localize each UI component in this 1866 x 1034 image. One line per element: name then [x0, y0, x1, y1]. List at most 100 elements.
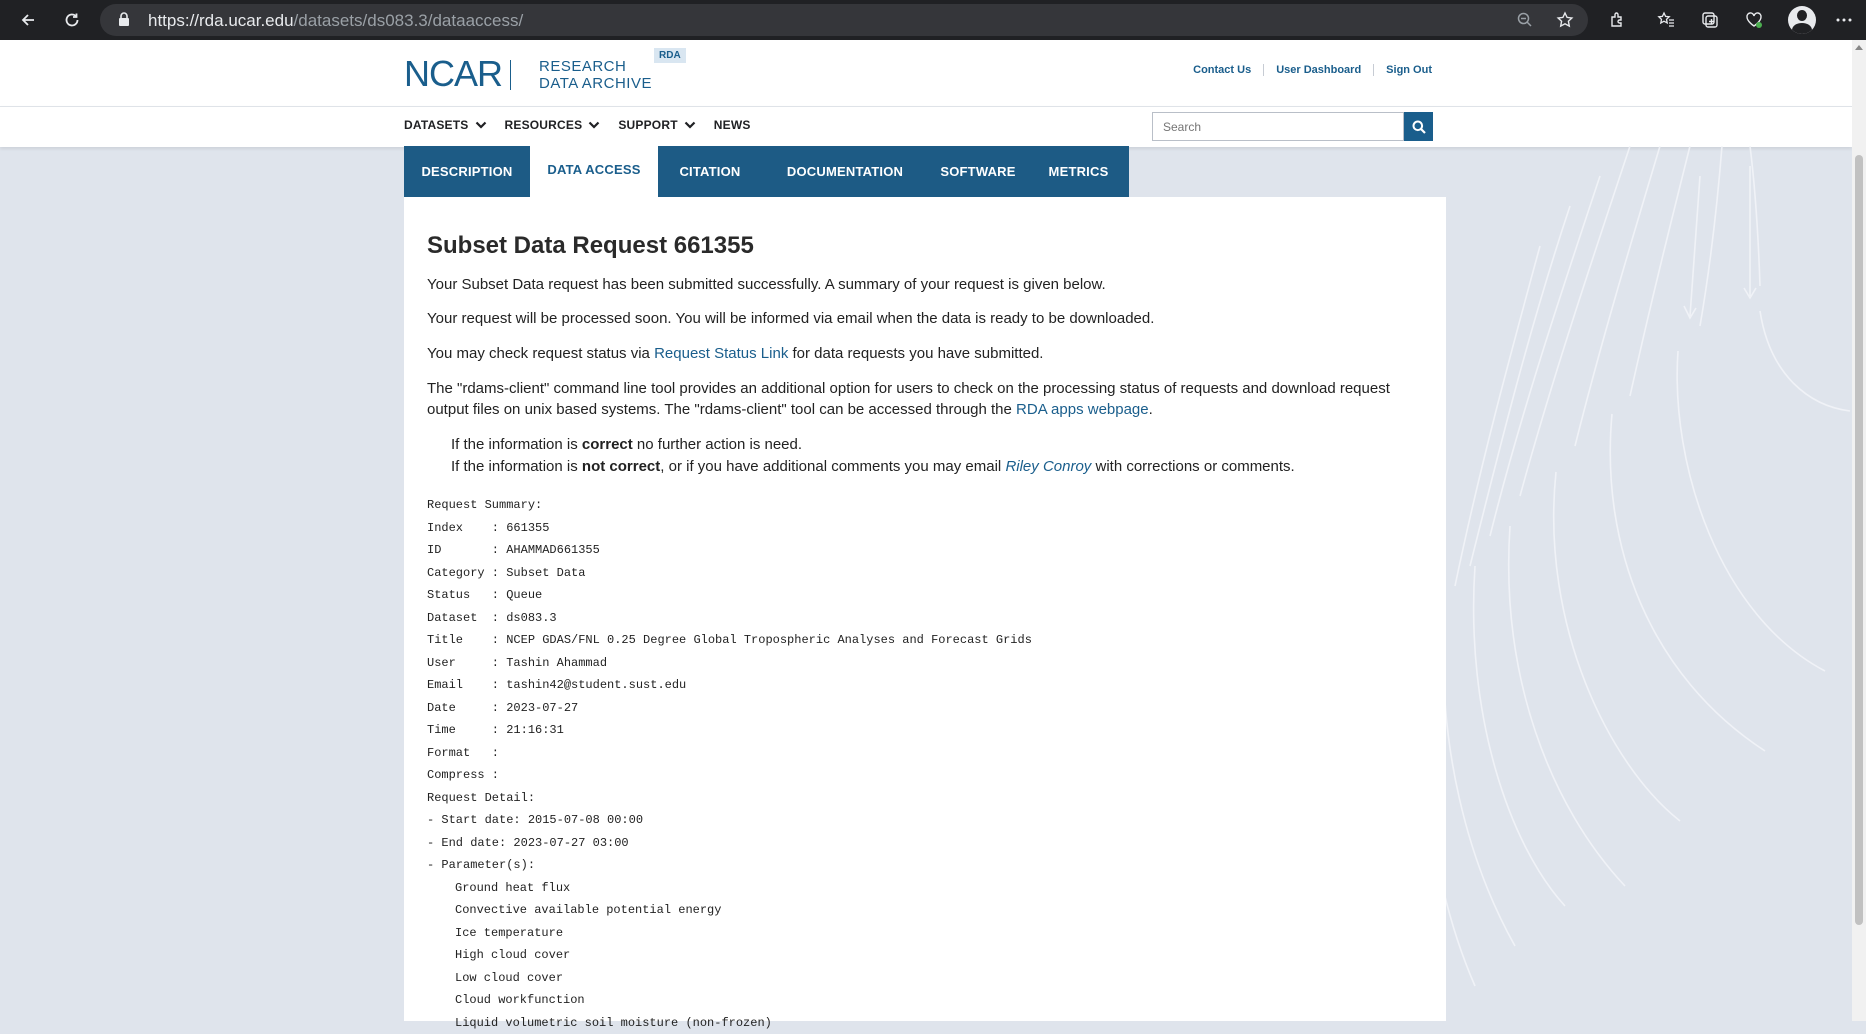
browser-toolbar: https://rda.ucar.edu/datasets/ds083.3/da…: [0, 0, 1866, 40]
page-title: Subset Data Request 661355: [427, 232, 754, 260]
rdams-client-line2: output files on unix based systems. The …: [427, 399, 1153, 421]
summary-line: Title : NCEP GDAS/FNL 0.25 Degree Global…: [427, 629, 1032, 652]
menu-support-label: SUPPORT: [618, 118, 677, 132]
scroll-up-icon[interactable]: [1855, 45, 1863, 50]
menu-news-label: NEWS: [714, 118, 751, 132]
parameter-item: Cloud workfunction: [427, 989, 1032, 1012]
logo-line2: DATA ARCHIVE: [539, 75, 652, 92]
menu-datasets[interactable]: DATASETS: [404, 118, 487, 132]
tab-metrics[interactable]: METRICS: [1028, 146, 1129, 197]
note-not-correct-mid: , or if you have additional comments you…: [660, 458, 1005, 475]
summary-line: - Start date: 2015-07-08 00:00: [427, 809, 1032, 832]
summary-line: Date : 2023-07-27: [427, 697, 1032, 720]
request-status-link[interactable]: Request Status Link: [654, 345, 788, 362]
search-input[interactable]: [1152, 112, 1404, 141]
background-streamlines: [1400, 146, 1852, 1021]
parameter-item: Liquid volumetric soil moisture (non-fro…: [427, 1012, 1032, 1034]
rdams-client-line2-after: .: [1149, 401, 1153, 418]
summary-line: Time : 21:16:31: [427, 719, 1032, 742]
menu-support[interactable]: SUPPORT: [618, 118, 695, 132]
back-icon[interactable]: [14, 6, 42, 34]
main-content: Subset Data Request 661355 Your Subset D…: [404, 197, 1446, 1021]
sign-out-link[interactable]: Sign Out: [1374, 64, 1432, 76]
tab-data-access[interactable]: DATA ACCESS: [530, 146, 658, 197]
menu-datasets-label: DATASETS: [404, 118, 469, 132]
favorites-icon[interactable]: [1654, 8, 1678, 32]
chevron-down-icon: [588, 121, 600, 129]
parameter-item: High cloud cover: [427, 944, 1032, 967]
note-not-correct-after: with corrections or comments.: [1091, 458, 1294, 475]
submitted-message: Your Subset Data request has been submit…: [427, 274, 1106, 296]
note-correct: If the information is correct no further…: [451, 434, 802, 456]
tab-documentation[interactable]: DOCUMENTATION: [762, 146, 928, 197]
summary-line: Request Summary:: [427, 494, 1032, 517]
reload-icon[interactable]: [58, 6, 86, 34]
contact-us-link[interactable]: Contact Us: [1181, 64, 1264, 76]
star-icon[interactable]: [1556, 11, 1574, 34]
note-correct-bold: correct: [582, 436, 633, 453]
site-header: NCAR RESEARCH DATA ARCHIVE RDA Contact U…: [0, 40, 1852, 106]
note-not-correct-before: If the information is: [451, 458, 582, 475]
parameter-item: Low cloud cover: [427, 967, 1032, 990]
scrollbar-thumb[interactable]: [1855, 155, 1863, 925]
tab-description[interactable]: DESCRIPTION: [404, 146, 530, 197]
summary-line: ID : AHAMMAD661355: [427, 539, 1032, 562]
parameter-item: Ground heat flux: [427, 877, 1032, 900]
status-message-after: for data requests you have submitted.: [788, 345, 1043, 362]
lock-icon: [118, 12, 130, 32]
logo-line1: RESEARCH: [539, 58, 626, 75]
rdams-client-line1: The "rdams-client" command line tool pro…: [427, 378, 1390, 400]
chevron-down-icon: [475, 121, 487, 129]
extensions-icon[interactable]: [1606, 8, 1630, 32]
search-button[interactable]: [1404, 112, 1433, 141]
rda-apps-link[interactable]: RDA apps webpage: [1016, 401, 1149, 418]
profile-avatar[interactable]: [1788, 6, 1816, 34]
note-not-correct: If the information is not correct, or if…: [451, 456, 1295, 478]
parameter-item: Ice temperature: [427, 922, 1032, 945]
main-menu: DATASETS RESOURCES SUPPORT NEWS: [404, 118, 769, 132]
site-search: [1152, 112, 1432, 141]
summary-line: Email : tashin42@student.sust.edu: [427, 674, 1032, 697]
address-bar[interactable]: https://rda.ucar.edu/datasets/ds083.3/da…: [100, 4, 1588, 36]
note-correct-after: no further action is need.: [633, 436, 802, 453]
user-dashboard-link[interactable]: User Dashboard: [1264, 64, 1374, 76]
processing-message: Your request will be processed soon. You…: [427, 308, 1154, 330]
status-message-before: You may check request status via: [427, 345, 654, 362]
url-text: https://rda.ucar.edu/datasets/ds083.3/da…: [148, 11, 523, 31]
chevron-down-icon: [684, 121, 696, 129]
summary-line: Category : Subset Data: [427, 562, 1032, 585]
contact-email-link[interactable]: Riley Conroy: [1005, 458, 1091, 475]
note-not-correct-bold: not correct: [582, 458, 660, 475]
dataset-tabs: DESCRIPTION DATA ACCESS CITATION DOCUMEN…: [404, 146, 1129, 197]
menu-resources-label: RESOURCES: [505, 118, 583, 132]
rdams-client-line2-before: output files on unix based systems. The …: [427, 401, 1016, 418]
status-message: You may check request status via Request…: [427, 343, 1043, 365]
browser-essentials-icon[interactable]: [1742, 8, 1766, 32]
menu-news[interactable]: NEWS: [714, 118, 751, 132]
top-links: Contact Us User Dashboard Sign Out: [1181, 64, 1432, 76]
main-menu-bar: DATASETS RESOURCES SUPPORT NEWS: [0, 106, 1852, 147]
logo-divider: [510, 60, 511, 90]
menu-resources[interactable]: RESOURCES: [505, 118, 601, 132]
summary-line: Compress :: [427, 764, 1032, 787]
search-icon: [1412, 120, 1426, 134]
tab-citation[interactable]: CITATION: [658, 146, 762, 197]
summary-line: - End date: 2023-07-27 03:00: [427, 832, 1032, 855]
tab-software[interactable]: SOFTWARE: [928, 146, 1028, 197]
summary-line: - Parameter(s):: [427, 854, 1032, 877]
summary-line: Dataset : ds083.3: [427, 607, 1032, 630]
zoom-icon[interactable]: [1516, 11, 1534, 34]
summary-line: User : Tashin Ahammad: [427, 652, 1032, 675]
logo-badge: RDA: [654, 48, 686, 63]
summary-line: Request Detail:: [427, 787, 1032, 810]
note-correct-before: If the information is: [451, 436, 582, 453]
collections-icon[interactable]: [1698, 8, 1722, 32]
parameter-item: Convective available potential energy: [427, 899, 1032, 922]
logo-ncar: NCAR: [404, 56, 502, 92]
summary-line: Index : 661355: [427, 517, 1032, 540]
summary-line: Format :: [427, 742, 1032, 765]
request-summary: Request Summary: Index : 661355 ID : AHA…: [427, 494, 1032, 1034]
summary-line: Status : Queue: [427, 584, 1032, 607]
page-scrollbar[interactable]: [1852, 40, 1866, 1021]
more-menu-icon[interactable]: [1832, 8, 1856, 32]
